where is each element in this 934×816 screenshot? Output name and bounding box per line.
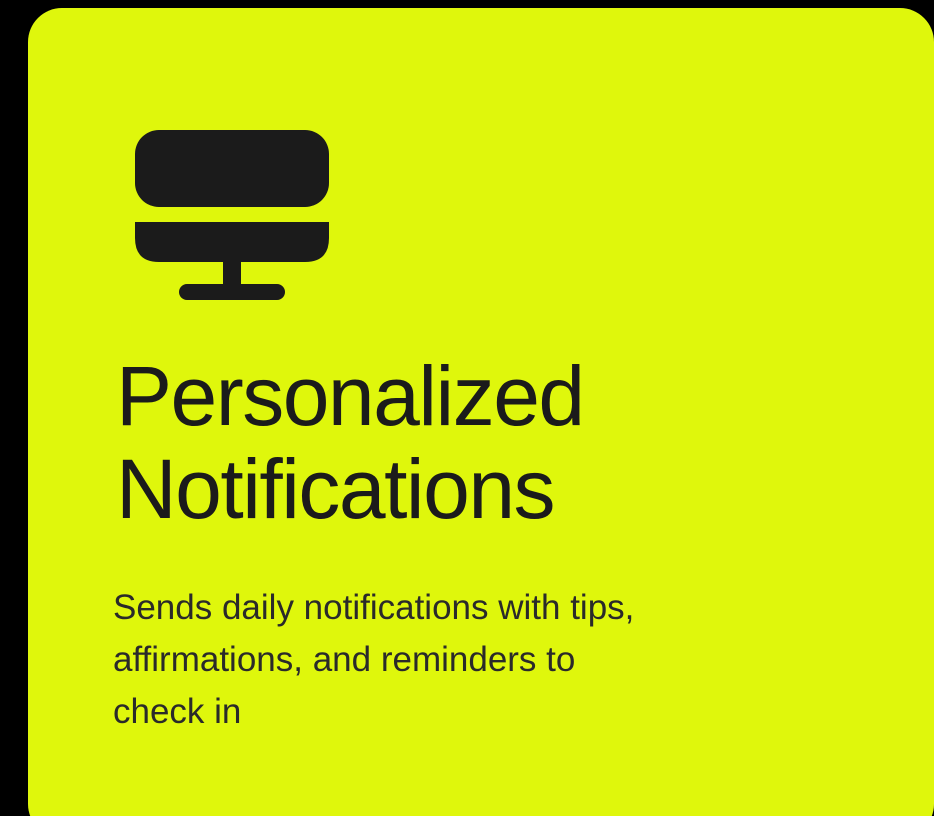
card-description: Sends daily notifications with tips, aff…: [113, 582, 773, 738]
card-title-line: Personalized: [116, 349, 585, 443]
card-title: Personalized Notifications: [116, 349, 585, 536]
card-description-line: affirmations, and reminders to: [113, 640, 576, 679]
card-description-line: Sends daily notifications with tips,: [113, 588, 635, 627]
feature-card: Personalized Notifications Sends daily n…: [28, 8, 934, 816]
page: Personalized Notifications Sends daily n…: [0, 0, 934, 816]
card-description-line: check in: [113, 692, 242, 731]
card-title-line: Notifications: [116, 442, 556, 536]
desktop-monitor-icon: [135, 130, 329, 300]
